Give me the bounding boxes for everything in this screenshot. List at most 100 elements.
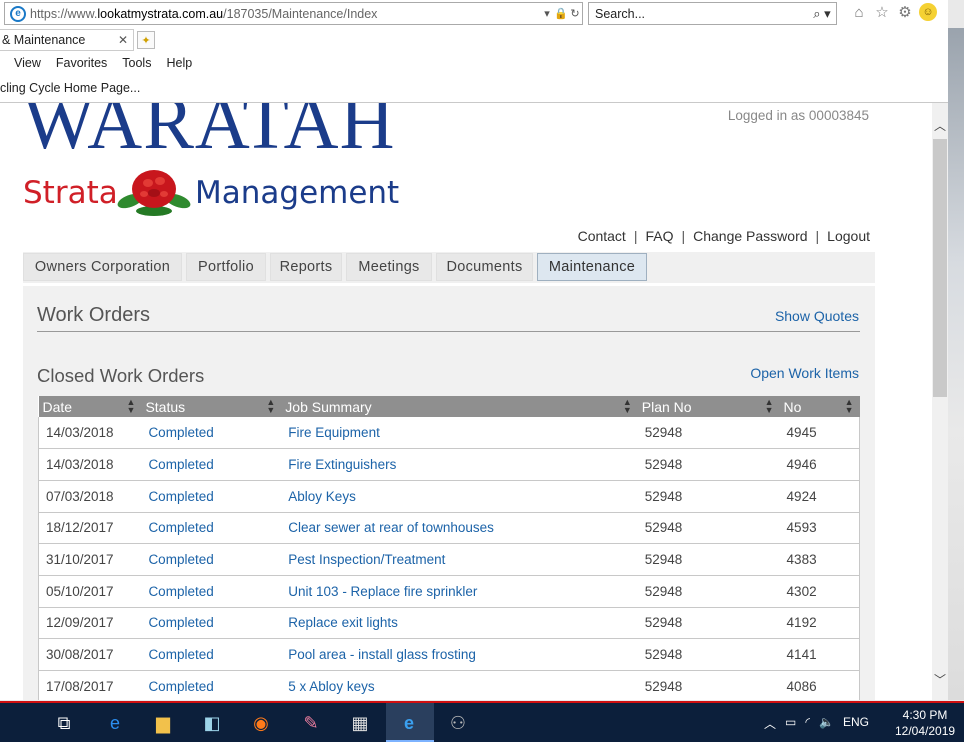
lock-icon[interactable]: 🔒 xyxy=(554,7,568,20)
taskbar: ⧉ e ▆ ◧ ◉ ✎ ▦ e ⚇ ︿ ▭ ◜ 🔈 ENG 4:30 PM 12… xyxy=(0,701,964,742)
menu-bar: View Favorites Tools Help xyxy=(0,52,948,74)
paint-icon[interactable]: ✎ xyxy=(298,710,324,736)
cell-plan-no: 52948 xyxy=(637,575,780,608)
cell-no: 4192 xyxy=(779,607,860,640)
cell-plan-no: 52948 xyxy=(637,417,780,450)
cell-status-link[interactable]: Completed xyxy=(141,607,282,640)
scroll-up-icon[interactable]: ︿ xyxy=(932,117,948,134)
browser-tab[interactable]: & Maintenance ✕ xyxy=(0,29,134,51)
logo-strata: Strata xyxy=(23,175,118,211)
column-header-job-summary[interactable]: Job Summary ▲ ▼ xyxy=(281,396,638,417)
faq-link[interactable]: FAQ xyxy=(645,228,673,244)
close-icon[interactable]: ✕ xyxy=(118,33,128,47)
tab-title: & Maintenance xyxy=(2,33,86,47)
table-row: 18/12/2017 Completed Clear sewer at rear… xyxy=(38,512,860,545)
cell-date: 12/09/2017 xyxy=(38,607,142,640)
cell-summary-link[interactable]: Fire Equipment xyxy=(281,417,638,450)
cell-no: 4593 xyxy=(779,512,860,545)
menu-view[interactable]: View xyxy=(14,56,41,70)
table-header-row: Date ▲ ▼ Status ▲ ▼ Job Summary ▲ ▼ Plan No ▲ ▼ … xyxy=(38,396,860,417)
contact-link[interactable]: Contact xyxy=(578,228,626,244)
column-header-date[interactable]: Date ▲ ▼ xyxy=(38,396,142,417)
tab-meetings[interactable]: Meetings xyxy=(346,253,432,281)
cell-date: 18/12/2017 xyxy=(38,512,142,545)
cell-status-link[interactable]: Completed xyxy=(141,512,282,545)
open-work-items-link[interactable]: Open Work Items xyxy=(750,365,859,381)
table-row: 14/03/2018 Completed Fire Equipment 5294… xyxy=(38,417,860,450)
language-indicator[interactable]: ENG xyxy=(843,715,869,732)
new-tab-icon[interactable]: ✦ xyxy=(137,31,155,49)
search-icon[interactable]: ⌕ ▾ xyxy=(808,6,836,22)
gear-icon[interactable]: ⚙ xyxy=(896,3,914,21)
scroll-down-icon[interactable]: ﹀ xyxy=(932,671,948,688)
notes-app-icon[interactable]: ◧ xyxy=(199,710,225,736)
tab-reports[interactable]: Reports xyxy=(270,253,342,281)
cell-summary-link[interactable]: Clear sewer at rear of townhouses xyxy=(281,512,638,545)
browser-search-box[interactable]: Search... ⌕ ▾ xyxy=(588,2,837,25)
internet-explorer-icon[interactable]: e xyxy=(396,710,422,736)
dropdown-icon[interactable]: ▾ xyxy=(540,7,554,20)
cell-status-link[interactable]: Completed xyxy=(141,670,282,700)
divider xyxy=(37,331,860,332)
clock-time: 4:30 PM xyxy=(902,708,948,722)
refresh-icon[interactable]: ↻ xyxy=(568,7,582,20)
favorites-bar: cling Cycle Home Page... xyxy=(0,78,140,98)
volume-icon[interactable]: 🔈 xyxy=(819,715,834,732)
task-view-icon[interactable]: ⧉ xyxy=(51,710,77,736)
cell-summary-link[interactable]: Unit 103 - Replace fire sprinkler xyxy=(281,575,638,608)
column-header-no[interactable]: No ▲ ▼ xyxy=(779,396,860,417)
favorites-star-icon[interactable]: ☆ xyxy=(873,3,891,21)
address-bar[interactable]: e https://www.lookatmystrata.com.au/1870… xyxy=(4,2,583,25)
show-quotes-link[interactable]: Show Quotes xyxy=(775,308,859,324)
calculator-icon[interactable]: ▦ xyxy=(347,710,373,736)
cell-status-link[interactable]: Completed xyxy=(141,543,282,576)
tab-maintenance[interactable]: Maintenance xyxy=(537,253,647,281)
tab-owners-corporation[interactable]: Owners Corporation xyxy=(23,253,182,281)
column-header-status[interactable]: Status ▲ ▼ xyxy=(141,396,282,417)
vertical-scrollbar[interactable]: ︿ ﹀ xyxy=(932,103,948,700)
file-explorer-icon[interactable]: ▆ xyxy=(150,710,176,736)
sort-icon: ▲ ▼ xyxy=(764,397,774,415)
cell-summary-link[interactable]: 5 x Abloy keys xyxy=(281,670,638,700)
cell-status-link[interactable]: Completed xyxy=(141,638,282,671)
cell-status-link[interactable]: Completed xyxy=(141,417,282,450)
battery-icon[interactable]: ▭ xyxy=(785,715,796,732)
menu-tools[interactable]: Tools xyxy=(122,56,151,70)
app-icon[interactable]: ⚇ xyxy=(445,710,471,736)
home-icon[interactable]: ⌂ xyxy=(850,3,868,21)
tab-documents[interactable]: Documents xyxy=(436,253,533,281)
account-links: Contact | FAQ | Change Password | Logout xyxy=(578,228,870,244)
favorites-item[interactable]: cling Cycle Home Page... xyxy=(0,81,140,95)
cell-plan-no: 52948 xyxy=(637,480,780,513)
menu-help[interactable]: Help xyxy=(166,56,192,70)
cell-no: 4302 xyxy=(779,575,860,608)
cell-summary-link[interactable]: Pest Inspection/Treatment xyxy=(281,543,638,576)
logout-link[interactable]: Logout xyxy=(827,228,870,244)
chevron-up-icon[interactable]: ︿ xyxy=(764,715,776,732)
table-row: 30/08/2017 Completed Pool area - install… xyxy=(38,638,860,671)
firefox-icon[interactable]: ◉ xyxy=(248,710,274,736)
edge-icon[interactable]: e xyxy=(102,710,128,736)
table-row: 31/10/2017 Completed Pest Inspection/Tre… xyxy=(38,543,860,576)
cell-status-link[interactable]: Completed xyxy=(141,480,282,513)
cell-status-link[interactable]: Completed xyxy=(141,448,282,481)
clock[interactable]: 4:30 PM 12/04/2019 xyxy=(895,707,955,739)
scroll-thumb[interactable] xyxy=(933,139,947,397)
cell-summary-link[interactable]: Fire Extinguishers xyxy=(281,448,638,481)
cell-status-link[interactable]: Completed xyxy=(141,575,282,608)
page-viewport: WARATAH Strata Management Logged in as 0… xyxy=(0,103,932,700)
tab-strip: & Maintenance ✕ ✦ xyxy=(0,28,948,52)
wifi-icon[interactable]: ◜ xyxy=(805,715,810,732)
cell-summary-link[interactable]: Abloy Keys xyxy=(281,480,638,513)
address-url[interactable]: https://www.lookatmystrata.com.au/187035… xyxy=(30,7,540,21)
page-title: Work Orders xyxy=(37,304,150,326)
tab-portfolio[interactable]: Portfolio xyxy=(186,253,266,281)
logged-in-status: Logged in as 00003845 xyxy=(727,108,869,123)
feedback-smiley-icon[interactable]: ☺ xyxy=(919,3,937,21)
change-password-link[interactable]: Change Password xyxy=(693,228,807,244)
system-tray: ︿ ▭ ◜ 🔈 ENG xyxy=(764,715,869,732)
cell-summary-link[interactable]: Replace exit lights xyxy=(281,607,638,640)
cell-summary-link[interactable]: Pool area - install glass frosting xyxy=(281,638,638,671)
menu-favorites[interactable]: Favorites xyxy=(56,56,107,70)
column-header-plan-no[interactable]: Plan No ▲ ▼ xyxy=(637,396,780,417)
